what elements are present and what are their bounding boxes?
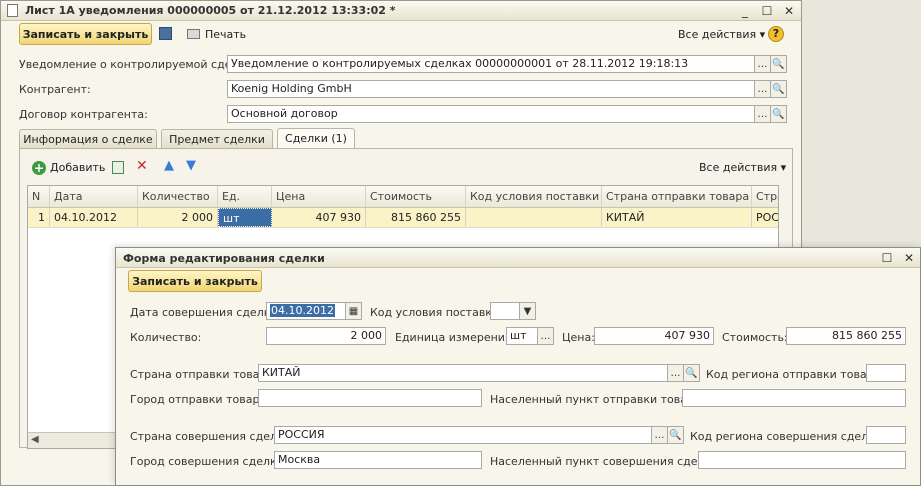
- delivery-code-field[interactable]: [490, 302, 520, 320]
- copy-icon[interactable]: [112, 161, 124, 174]
- tab-deal-subject[interactable]: Предмет сделки: [161, 129, 273, 148]
- chevron-down-icon[interactable]: ▼: [520, 302, 536, 320]
- deal-country-field[interactable]: РОССИЯ: [274, 426, 652, 444]
- deal-country-search-icon[interactable]: 🔍: [668, 426, 684, 444]
- add-button[interactable]: Добавить: [50, 161, 105, 174]
- calendar-icon[interactable]: ▦: [346, 302, 362, 320]
- close-icon[interactable]: ✕: [901, 250, 917, 266]
- save-disk-icon[interactable]: [159, 27, 172, 40]
- unit-field[interactable]: шт: [506, 327, 538, 345]
- move-up-icon[interactable]: ▲: [164, 158, 174, 173]
- ship-locality-label: Населенный пункт отправки товара:: [490, 393, 705, 406]
- notice-label: Уведомление о контролируемой сделке:: [19, 58, 256, 71]
- notice-select-button[interactable]: …: [755, 55, 771, 73]
- document-icon: [7, 4, 18, 17]
- tab-deal-info[interactable]: Информация о сделке: [19, 129, 157, 148]
- unit-label: Единица измерения:: [395, 331, 516, 344]
- maximize-icon[interactable]: ☐: [879, 250, 895, 266]
- date-label: Дата совершения сделки:: [130, 306, 282, 319]
- quantity-field[interactable]: 2 000: [266, 327, 386, 345]
- window-title: Лист 1А уведомления 000000005 от 21.12.2…: [25, 4, 396, 17]
- ship-locality-field[interactable]: [682, 389, 906, 407]
- cell-price: 407 930: [272, 208, 366, 227]
- col-cost[interactable]: Стоимость: [366, 186, 466, 207]
- date-field[interactable]: 04.10.2012: [266, 302, 346, 320]
- contract-select-button[interactable]: …: [755, 105, 771, 123]
- notice-field[interactable]: Уведомление о контролируемых сделках 000…: [227, 55, 755, 73]
- counterparty-search-icon[interactable]: 🔍: [771, 80, 787, 98]
- quantity-label: Количество:: [130, 331, 202, 344]
- all-actions-menu[interactable]: Все действия ▾: [678, 28, 765, 41]
- edit-form-titlebar: Форма редактирования сделки ☐ ✕: [116, 248, 920, 268]
- help-icon[interactable]: ?: [768, 26, 784, 42]
- contract-search-icon[interactable]: 🔍: [771, 105, 787, 123]
- edit-form-title: Форма редактирования сделки: [123, 252, 325, 265]
- deal-region-field[interactable]: [866, 426, 906, 444]
- counterparty-field[interactable]: Koenig Holding GmbH: [227, 80, 755, 98]
- contract-label: Договор контрагента:: [19, 108, 148, 121]
- counterparty-select-button[interactable]: …: [755, 80, 771, 98]
- form-save-and-close-button[interactable]: Записать и закрыть: [128, 270, 262, 292]
- move-down-icon[interactable]: ▼: [186, 158, 196, 173]
- cell-cost: 815 860 255: [366, 208, 466, 227]
- cost-field[interactable]: 815 860 255: [786, 327, 906, 345]
- cell-quantity: 2 000: [138, 208, 218, 227]
- tab-deals[interactable]: Сделки (1): [277, 128, 355, 148]
- scroll-left-icon[interactable]: ◀: [31, 434, 39, 445]
- delete-icon[interactable]: ✕: [136, 158, 148, 174]
- ship-city-field[interactable]: [258, 389, 482, 407]
- ship-region-label: Код региона отправки товара:: [706, 368, 885, 381]
- ship-country-field[interactable]: КИТАЙ: [258, 364, 668, 382]
- add-icon[interactable]: +: [32, 161, 46, 175]
- price-field[interactable]: 407 930: [594, 327, 714, 345]
- print-button[interactable]: Печать: [205, 28, 246, 41]
- ship-country-label: Страна отправки товара:: [130, 368, 277, 381]
- cell-deal-country: РОС: [756, 211, 778, 224]
- deal-city-field[interactable]: Москва: [274, 451, 482, 469]
- cell-n: 1: [28, 208, 50, 227]
- deal-locality-label: Населенный пункт совершения сделки:: [490, 455, 723, 468]
- cell-unit[interactable]: шт: [218, 208, 272, 227]
- delivery-code-label: Код условия поставки:: [370, 306, 503, 319]
- col-unit[interactable]: Ед.: [218, 186, 272, 207]
- notice-search-icon[interactable]: 🔍: [771, 55, 787, 73]
- ship-country-search-icon[interactable]: 🔍: [684, 364, 700, 382]
- deal-country-select-button[interactable]: …: [652, 426, 668, 444]
- col-n[interactable]: N: [28, 186, 50, 207]
- deal-region-label: Код региона совершения сделки:: [690, 430, 886, 443]
- unit-select-button[interactable]: …: [538, 327, 554, 345]
- cell-date: 04.10.2012: [50, 208, 138, 227]
- save-and-close-button[interactable]: Записать и закрыть: [19, 23, 152, 45]
- edit-deal-form: Форма редактирования сделки ☐ ✕ Записать…: [115, 247, 921, 486]
- printer-icon[interactable]: [187, 29, 200, 39]
- ship-country-select-button[interactable]: …: [668, 364, 684, 382]
- close-icon[interactable]: ✕: [781, 3, 797, 19]
- grid-all-actions-menu[interactable]: Все действия ▾: [699, 161, 786, 174]
- date-value: 04.10.2012: [270, 304, 335, 317]
- col-quantity[interactable]: Количество: [138, 186, 218, 207]
- col-delivery-code[interactable]: Код условия поставки: [466, 186, 602, 207]
- counterparty-label: Контрагент:: [19, 83, 91, 96]
- cost-label: Стоимость:: [722, 331, 788, 344]
- ship-city-label: Город отправки товара:: [130, 393, 270, 406]
- grid-header: N Дата Количество Ед. Цена Стоимость Код…: [28, 186, 778, 208]
- col-deal-country[interactable]: Стра: [752, 186, 778, 207]
- table-row[interactable]: 1 04.10.2012 2 000 шт 407 930 815 860 25…: [28, 208, 778, 228]
- main-titlebar: Лист 1А уведомления 000000005 от 21.12.2…: [1, 1, 801, 21]
- minimize-icon[interactable]: _: [737, 3, 753, 19]
- contract-field[interactable]: Основной договор: [227, 105, 755, 123]
- ship-region-field[interactable]: [866, 364, 906, 382]
- cell-unit-text: шт: [223, 212, 240, 225]
- cell-ship-country: КИТАЙ: [602, 208, 752, 227]
- col-date[interactable]: Дата: [50, 186, 138, 207]
- deal-city-label: Город совершения сделки:: [130, 455, 288, 468]
- maximize-icon[interactable]: ☐: [759, 3, 775, 19]
- deal-locality-field[interactable]: [698, 451, 906, 469]
- price-label: Цена:: [562, 331, 595, 344]
- deal-country-label: Страна совершения сделки:: [130, 430, 295, 443]
- cell-delivery-code: [466, 208, 602, 227]
- col-price[interactable]: Цена: [272, 186, 366, 207]
- col-ship-country[interactable]: Страна отправки товара: [602, 186, 752, 207]
